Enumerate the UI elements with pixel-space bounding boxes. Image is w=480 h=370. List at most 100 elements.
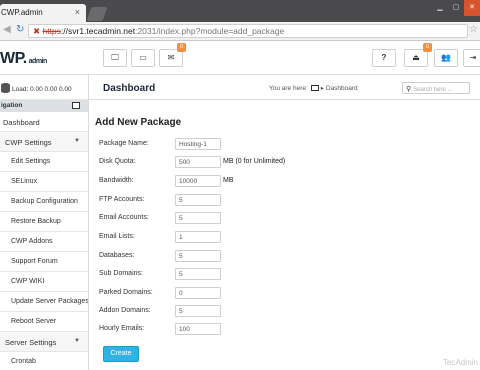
search-input[interactable]: ⚲ Search here ... (402, 82, 470, 94)
sidebar-group-cwp-settings[interactable]: CWP Settings ▼ (0, 132, 88, 152)
sidebar-item-label: CWP WIKI (11, 278, 45, 285)
disk-quota-unit: MB (0 for Unlimited) (223, 158, 286, 165)
grid-icon[interactable] (72, 102, 80, 109)
sidebar-item-cwp-wiki[interactable]: CWP WIKI (0, 272, 88, 292)
bell-icon: ⏏ (412, 53, 420, 62)
addon-domains-input[interactable] (175, 305, 221, 317)
ftp-accounts-label: FTP Accounts: (99, 196, 145, 203)
caret-down-icon: ▼ (74, 338, 80, 344)
back-arrow-icon[interactable]: ◀ (3, 24, 11, 35)
sidebar-item-edit-settings[interactable]: Edit Settings (0, 152, 88, 172)
help-button[interactable]: ? (372, 49, 396, 67)
new-tab-button[interactable] (86, 7, 108, 21)
email-lists-input[interactable] (175, 231, 221, 243)
breadcrumb: You are here: ▸ Dashboard (269, 84, 358, 92)
parked-domains-input[interactable] (175, 287, 221, 299)
tab-close-icon[interactable]: × (75, 7, 80, 17)
sidebar-item-label: Backup Configuration (11, 198, 78, 205)
sidebar-item-label: Dashboard (3, 118, 40, 127)
add-package-panel: Add New Package Package Name: Disk Quota… (89, 100, 480, 370)
ftp-accounts-input[interactable] (175, 194, 221, 206)
sidebar-item-label: Reboot Server (11, 318, 57, 325)
reload-icon[interactable]: ↻ (16, 24, 24, 35)
caret-down-icon: ▼ (74, 138, 80, 144)
address-bar[interactable]: ✖ https://svr1.tecadmin.net:2031/index.p… (28, 24, 468, 38)
notifications-badge: 0 (423, 43, 432, 52)
screen-button[interactable]: ▭ (131, 49, 155, 67)
sidebar-item-label: Support Forum (11, 258, 58, 265)
breadcrumb-dashboard[interactable]: Dashboard (326, 85, 358, 92)
bandwidth-input[interactable] (175, 175, 221, 187)
sidebar-item-label: CWP Settings (5, 138, 52, 147)
databases-label: Databases: (99, 252, 135, 259)
navigation-label: igation (1, 102, 23, 109)
browser-tab[interactable]: CWP.admin × (0, 4, 86, 22)
page-title: Dashboard (103, 83, 156, 94)
breadcrumb-separator-icon: ▸ (320, 85, 325, 92)
sidebar-item-backup-configuration[interactable]: Backup Configuration (0, 192, 88, 212)
help-icon: ? (381, 53, 387, 62)
hourly-emails-input[interactable] (175, 323, 221, 335)
sidebar-item-label: Crontab (11, 358, 36, 365)
sub-domains-input[interactable] (175, 268, 221, 280)
sidebar-item-label: CWP Addons (11, 238, 53, 245)
email-lists-label: Email Lists: (99, 233, 135, 240)
sidebar-item-label: Update Server Packages (11, 298, 89, 305)
mail-icon: ✉ (167, 53, 175, 62)
form-title: Add New Package (95, 117, 182, 128)
bandwidth-label: Bandwidth: (99, 177, 134, 184)
logout-icon: ⇥ (469, 53, 477, 62)
browser-toolbar: ◀ ↻ ✖ https://svr1.tecadmin.net:2031/ind… (0, 22, 480, 41)
sidebar-item-update-server-packages[interactable]: Update Server Packages (0, 292, 88, 312)
package-name-label: Package Name: (99, 140, 149, 147)
breadcrumb-prefix: You are here: (269, 85, 308, 92)
hourly-emails-label: Hourly Emails: (99, 325, 145, 332)
disk-quota-label: Disk Quota: (99, 158, 136, 165)
logo-text: WP. (0, 50, 27, 67)
search-icon: ⚲ (406, 86, 412, 93)
load-text: Load: 0.00 0.00 0.00 (12, 86, 72, 93)
navigation-heading: igation (0, 100, 88, 112)
tab-title: CWP.admin (1, 8, 43, 17)
minimize-icon[interactable]: ▁ (432, 0, 448, 16)
sidebar: Load: 0.00 0.00 0.00 igation Dashboard C… (0, 75, 89, 370)
monitor-icon: 🖵 (111, 53, 119, 62)
package-name-input[interactable] (175, 138, 221, 150)
app-header: WP. admin 🖵 ▭ ✉ 0 ? ⏏ 0 👥 ⇥ (0, 41, 480, 75)
url-path: :2031/index.php?module=add_package (135, 26, 285, 36)
sidebar-item-support-forum[interactable]: Support Forum (0, 252, 88, 272)
sidebar-group-server-settings[interactable]: Server Settings ▼ (0, 332, 88, 352)
email-accounts-input[interactable] (175, 212, 221, 224)
sidebar-item-restore-backup[interactable]: Restore Backup (0, 212, 88, 232)
database-icon (1, 83, 10, 93)
mail-badge: 0 (177, 43, 186, 52)
sidebar-item-selinux[interactable]: SELinux (0, 172, 88, 192)
sub-domains-label: Sub Domains: (99, 270, 143, 277)
sidebar-item-label: Restore Backup (11, 218, 61, 225)
window-close-icon[interactable]: ✕ (464, 0, 480, 16)
sidebar-item-label: SELinux (11, 178, 38, 185)
browser-tab-bar: CWP.admin × ▁ ▢ ✕ (0, 0, 480, 22)
sidebar-item-cwp-addons[interactable]: CWP Addons (0, 232, 88, 252)
monitor-button[interactable]: 🖵 (103, 49, 127, 67)
sidebar-item-label: Server Settings (5, 338, 57, 347)
screen-icon: ▭ (139, 53, 147, 62)
window-controls: ▁ ▢ ✕ (432, 0, 480, 16)
sidebar-item-reboot-server[interactable]: Reboot Server (0, 312, 88, 332)
server-load: Load: 0.00 0.00 0.00 (0, 75, 88, 100)
users-button[interactable]: 👥 (434, 49, 458, 67)
url-host: ://svr1.tecadmin.net (60, 26, 136, 36)
parked-domains-label: Parked Domains: (99, 289, 153, 296)
addon-domains-label: Addon Domains: (99, 307, 151, 314)
databases-input[interactable] (175, 250, 221, 262)
app-logo[interactable]: WP. admin (0, 50, 47, 68)
disk-quota-input[interactable] (175, 156, 221, 168)
logout-button[interactable]: ⇥ (463, 49, 480, 67)
maximize-icon[interactable]: ▢ (448, 0, 464, 16)
bookmark-star-icon[interactable]: ☆ (469, 24, 478, 35)
create-button[interactable]: Create (103, 346, 139, 362)
sidebar-item-crontab[interactable]: Crontab (0, 352, 88, 370)
sidebar-item-dashboard[interactable]: Dashboard (0, 112, 88, 132)
content-header: Dashboard You are here: ▸ Dashboard ⚲ Sear… (89, 75, 480, 100)
email-accounts-label: Email Accounts: (99, 214, 149, 221)
